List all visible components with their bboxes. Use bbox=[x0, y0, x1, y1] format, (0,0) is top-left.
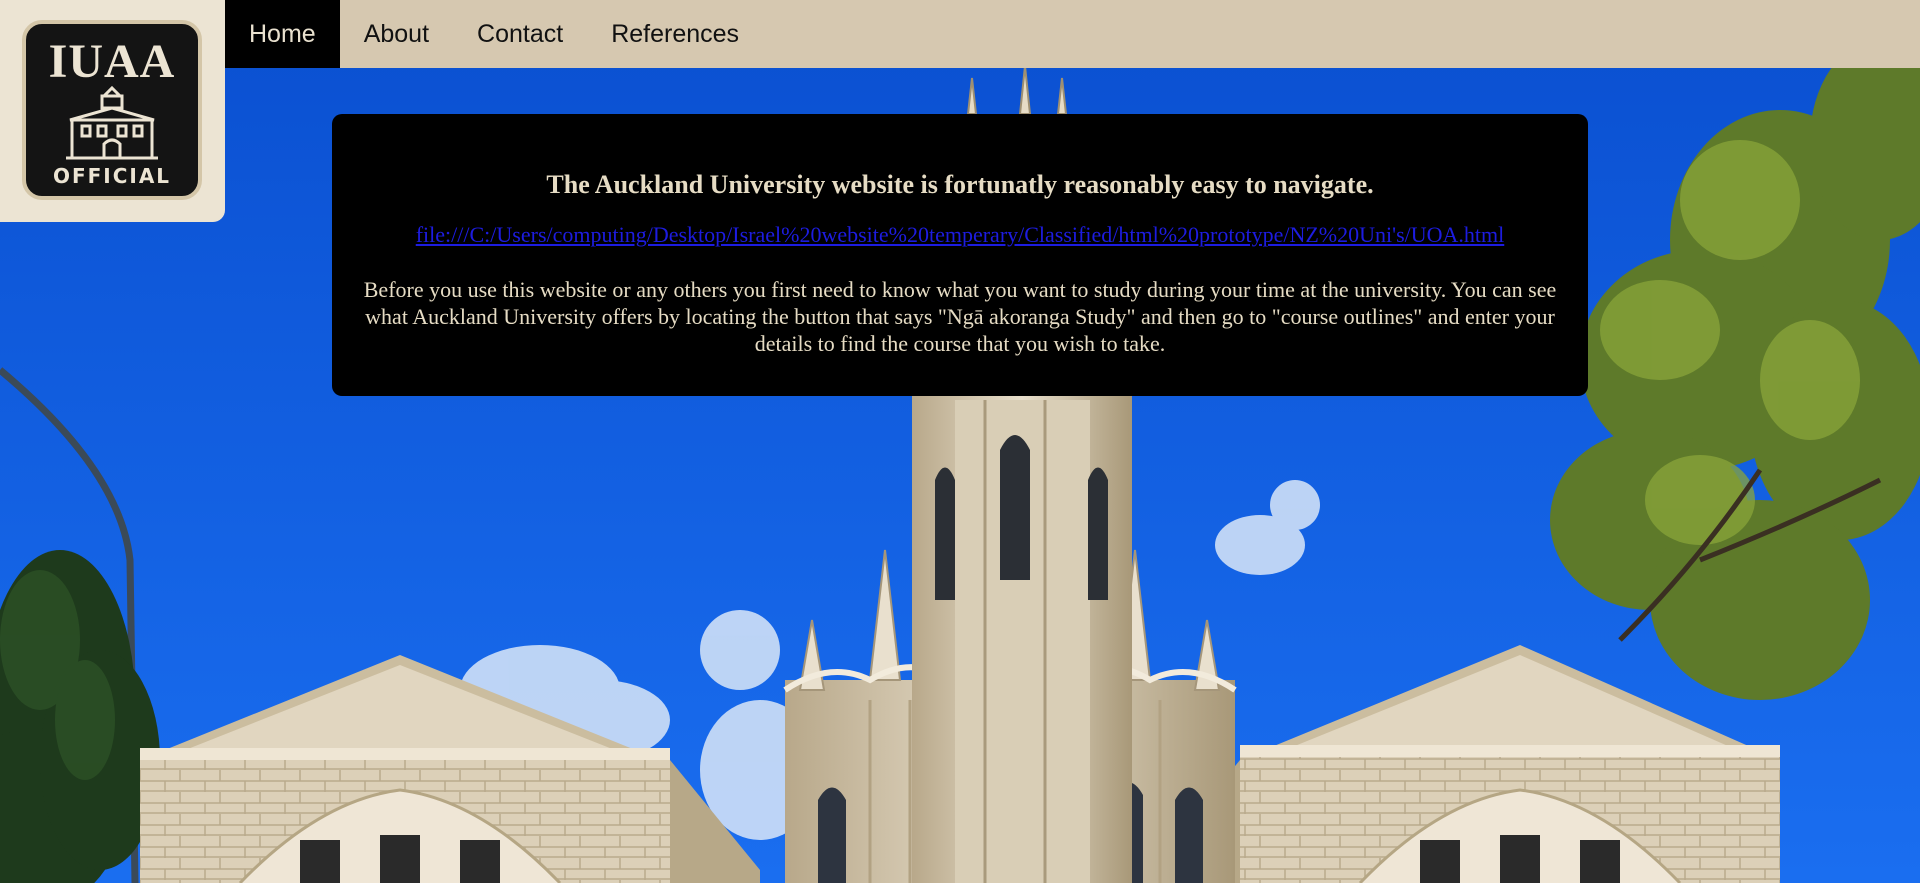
nav-links: Home About Contact References bbox=[225, 0, 763, 68]
info-body-text: Before you use this website or any other… bbox=[363, 277, 1557, 356]
nav-link-about[interactable]: About bbox=[340, 0, 453, 68]
info-heading: The Auckland University website is fortu… bbox=[546, 170, 1374, 199]
uoa-page-link[interactable]: file:///C:/Users/computing/Desktop/Israe… bbox=[416, 222, 1505, 248]
logo-subtitle: OFFICIAL bbox=[52, 164, 172, 188]
top-navigation-bar: Home About Contact References bbox=[0, 0, 1920, 68]
logo-title: IUAA bbox=[48, 35, 176, 88]
site-logo[interactable]: IUAA OFFICIAL bbox=[0, 0, 225, 222]
logo-badge: IUAA OFFICIAL bbox=[22, 20, 202, 200]
university-building-icon bbox=[66, 86, 158, 160]
info-panel: The Auckland University website is fortu… bbox=[332, 114, 1588, 396]
nav-link-home[interactable]: Home bbox=[225, 0, 340, 68]
nav-link-references[interactable]: References bbox=[587, 0, 763, 68]
nav-link-contact[interactable]: Contact bbox=[453, 0, 587, 68]
